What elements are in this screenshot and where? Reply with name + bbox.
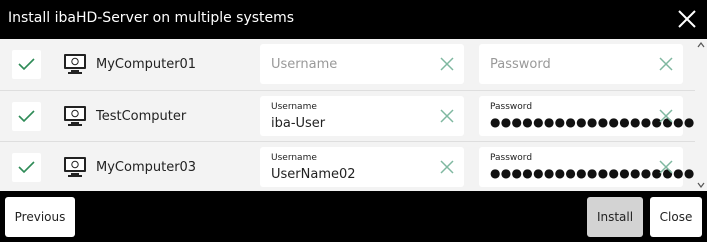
computer-name: MyComputer01 bbox=[96, 57, 197, 72]
footer-bar: Previous Install Close bbox=[0, 191, 707, 242]
dialog-title: Install ibaHD-Server on multiple systems bbox=[8, 10, 295, 26]
computer-icon bbox=[64, 54, 86, 74]
close-button[interactable]: Close bbox=[650, 197, 702, 237]
computer-icon bbox=[64, 106, 86, 126]
clear-password-icon[interactable] bbox=[659, 109, 673, 123]
checkmark-icon bbox=[18, 58, 35, 71]
checkmark-icon bbox=[18, 161, 35, 174]
username-field[interactable]: Username bbox=[260, 44, 464, 84]
install-button[interactable]: Install bbox=[587, 197, 643, 237]
password-field[interactable]: Password bbox=[479, 44, 683, 84]
previous-button[interactable]: Previous bbox=[5, 197, 75, 237]
password-label: Password bbox=[490, 102, 533, 112]
username-placeholder: Username bbox=[271, 57, 338, 72]
username-value: iba-User bbox=[271, 116, 326, 131]
clear-password-icon[interactable] bbox=[659, 160, 673, 174]
password-field[interactable]: Password ●●●●●●●●●●●●●●●●●●● bbox=[479, 147, 694, 187]
clear-username-icon[interactable] bbox=[440, 57, 454, 71]
title-bar: Install ibaHD-Server on multiple systems bbox=[0, 0, 707, 39]
username-field[interactable]: Username UserName02 bbox=[260, 147, 464, 187]
system-checkbox[interactable] bbox=[12, 102, 41, 131]
vertical-scrollbar[interactable] bbox=[695, 39, 707, 191]
system-checkbox[interactable] bbox=[12, 50, 41, 79]
password-placeholder: Password bbox=[490, 57, 551, 72]
system-row: MyComputer03 Username UserName02 Passwor… bbox=[0, 141, 695, 191]
password-field[interactable]: Password ●●●●●●●●●●●●●●●●●●● bbox=[479, 96, 694, 136]
scroll-up-icon[interactable] bbox=[697, 41, 705, 49]
username-field[interactable]: Username iba-User bbox=[260, 96, 464, 136]
system-checkbox[interactable] bbox=[12, 153, 41, 182]
clear-password-icon[interactable] bbox=[659, 57, 673, 71]
computer-name: TestComputer bbox=[96, 109, 187, 124]
scroll-down-icon[interactable] bbox=[697, 181, 705, 189]
system-row: TestComputer Username iba-User Password … bbox=[0, 90, 695, 141]
computer-icon bbox=[64, 157, 86, 177]
computer-name: MyComputer03 bbox=[96, 160, 197, 175]
username-label: Username bbox=[271, 102, 317, 112]
system-list: MyComputer01 Username Password TestCompu… bbox=[0, 39, 707, 191]
username-value: UserName02 bbox=[271, 167, 356, 182]
clear-username-icon[interactable] bbox=[440, 109, 454, 123]
username-label: Username bbox=[271, 153, 317, 163]
close-icon[interactable] bbox=[677, 9, 697, 29]
password-label: Password bbox=[490, 153, 533, 163]
clear-username-icon[interactable] bbox=[440, 160, 454, 174]
checkmark-icon bbox=[18, 110, 35, 123]
system-row: MyComputer01 Username Password bbox=[0, 39, 695, 89]
